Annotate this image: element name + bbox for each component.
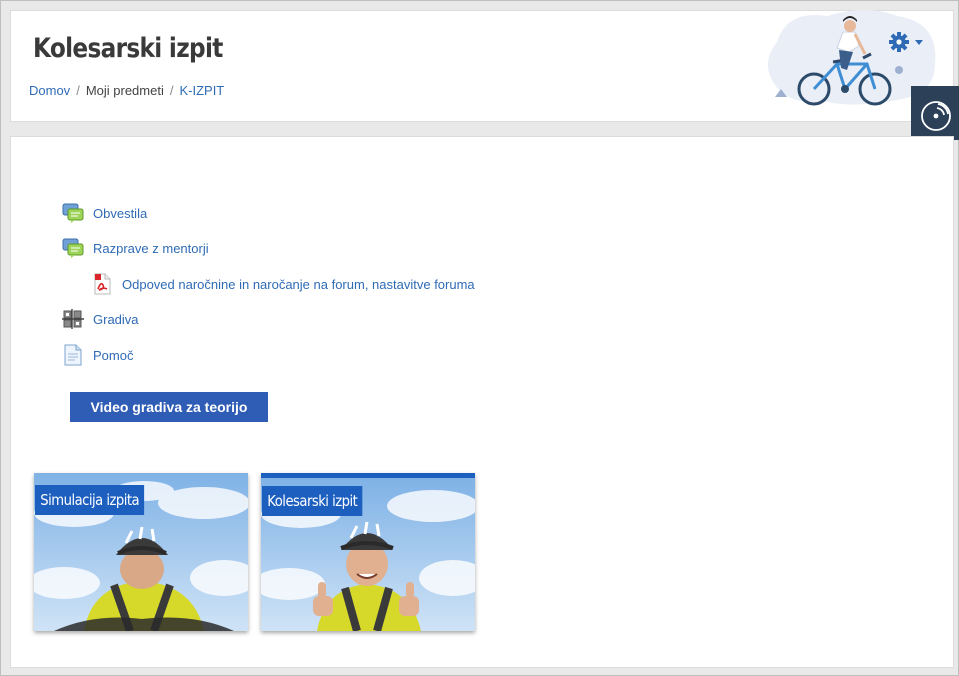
activity-obvestila[interactable]: Obvestila xyxy=(62,202,147,224)
course-tile-simulacija[interactable]: Simulacija izpita xyxy=(34,473,248,631)
gear-icon xyxy=(889,32,923,52)
activity-gradiva[interactable]: Gradiva xyxy=(62,308,139,330)
activity-razprave[interactable]: Razprave z mentorji xyxy=(62,237,209,259)
course-tile-kolesarski-izpit[interactable]: Kolesarski izpit xyxy=(261,473,475,631)
course-content: Obvestila Razprave z mentorji Odpoved na… xyxy=(10,136,954,668)
activity-odpoved-pdf[interactable]: Odpoved naročnine in naročanje na forum,… xyxy=(91,273,475,295)
breadcrumb-course[interactable]: K-IZPIT xyxy=(179,83,224,98)
block-drawer-toggle[interactable] xyxy=(911,86,959,140)
tile-label: Simulacija izpita xyxy=(35,485,145,515)
activity-label: Odpoved naročnine in naročanje na forum,… xyxy=(122,276,475,292)
video-materials-button[interactable]: Video gradiva za teorijo xyxy=(70,392,268,422)
block-drawer-icon xyxy=(921,101,951,131)
breadcrumb-separator: / xyxy=(76,83,80,98)
breadcrumb-my-courses: Moji predmeti xyxy=(85,83,164,98)
pdf-icon xyxy=(94,273,111,295)
page-icon xyxy=(64,344,82,366)
activity-label: Razprave z mentorji xyxy=(93,240,209,256)
activity-pomoc[interactable]: Pomoč xyxy=(62,344,133,366)
breadcrumb: Domov / Moji predmeti / K-IZPIT xyxy=(29,83,224,98)
activity-label: Pomoč xyxy=(93,347,134,363)
page-title: Kolesarski izpit xyxy=(33,33,223,64)
activity-label: Obvestila xyxy=(93,205,148,221)
activity-label: Gradiva xyxy=(93,311,139,327)
forum-icon xyxy=(62,238,84,258)
breadcrumb-home[interactable]: Domov xyxy=(29,83,70,98)
caret-down-icon xyxy=(915,40,923,45)
settings-menu-button[interactable] xyxy=(888,30,928,54)
breadcrumb-separator: / xyxy=(169,83,174,98)
book-icon xyxy=(62,309,84,329)
forum-icon xyxy=(62,203,84,223)
tile-label: Kolesarski izpit xyxy=(262,486,363,516)
